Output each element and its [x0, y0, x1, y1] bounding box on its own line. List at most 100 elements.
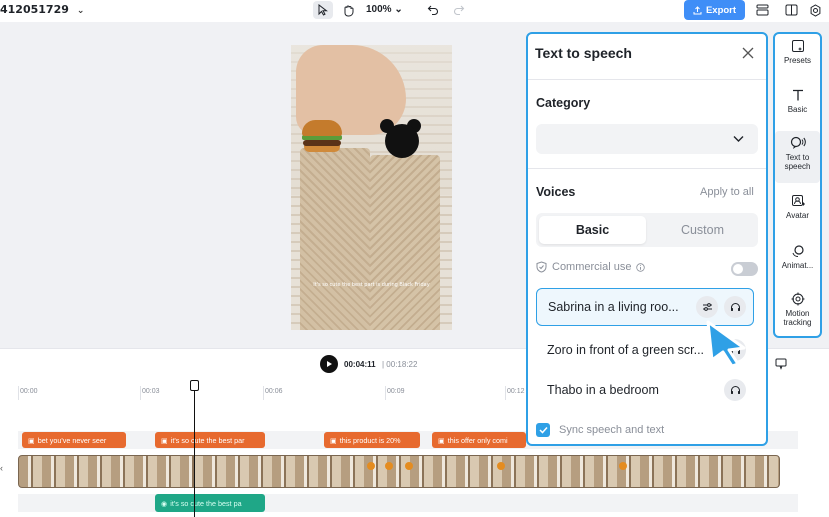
video-track-clip[interactable]	[18, 455, 780, 488]
rail-item-text-to-speech[interactable]: Text to speech	[775, 131, 820, 183]
avatar-icon	[791, 195, 805, 206]
caption-toggle-button[interactable]	[775, 357, 787, 375]
voice-preview-button[interactable]	[724, 379, 746, 401]
layers-button[interactable]	[754, 2, 770, 18]
thumbnail-food	[367, 462, 375, 470]
mouse-cursor	[704, 318, 750, 373]
patty	[303, 140, 341, 146]
caption-icon: ▣	[438, 435, 445, 445]
shield-icon	[536, 261, 547, 273]
burger-figure	[302, 120, 342, 152]
headphones-icon	[730, 386, 740, 394]
divider	[528, 168, 766, 169]
rail-item-avatar[interactable]: Avatar	[775, 194, 820, 230]
text-icon	[792, 89, 803, 101]
caption-icon: ▣	[28, 435, 35, 445]
list-fade	[528, 402, 766, 416]
split-panel-icon	[785, 4, 797, 16]
thumbnail-food	[497, 462, 505, 470]
redo-icon	[454, 5, 465, 16]
hand-tool-button[interactable]	[338, 1, 358, 19]
rail-label: Text to speech	[784, 153, 811, 171]
commercial-use-label: Commercial use	[552, 261, 632, 273]
tick-label: 00:00	[20, 388, 38, 395]
paper-roll-right	[370, 155, 440, 330]
rail-item-motion-tracking[interactable]: Motion tracking	[775, 292, 820, 336]
select-tool-button[interactable]	[313, 1, 333, 19]
playhead-line[interactable]	[194, 381, 195, 517]
apply-to-all-link[interactable]: Apply to all	[700, 186, 754, 198]
sliders-icon	[702, 303, 712, 311]
audio-clip[interactable]: ◉ it's so cute the best pa	[155, 494, 265, 512]
caption-clip[interactable]: ▣ bet you've never seer	[22, 432, 126, 448]
commercial-use-toggle[interactable]	[731, 262, 758, 276]
rail-item-presets[interactable]: Presets	[775, 39, 820, 75]
sync-speech-row[interactable]: Sync speech and text	[536, 423, 664, 437]
video-subtitle: It's so cute the best part is during Bla…	[313, 282, 430, 288]
project-name-dropdown[interactable]: 412051729 ⌄	[0, 3, 84, 16]
zoom-level: 100%	[366, 4, 392, 15]
top-bar: 412051729 ⌄ 100% ⌄ Export	[0, 0, 829, 22]
zoom-dropdown[interactable]: 100% ⌄	[366, 4, 403, 15]
thumbnail-food	[405, 462, 413, 470]
rail-label: Presets	[783, 56, 812, 65]
presets-icon	[791, 40, 804, 52]
tick-label: 00:09	[387, 388, 405, 395]
category-label: Category	[536, 96, 591, 110]
layout-button[interactable]	[783, 2, 799, 18]
voice-name: Sabrina in a living roo...	[548, 300, 679, 314]
gear-icon	[810, 3, 820, 17]
tick-mark	[18, 386, 19, 400]
hand-icon	[344, 5, 353, 16]
audio-track	[18, 494, 798, 512]
thumbnail-food	[385, 462, 393, 470]
caption-clip[interactable]: ▣ this product is 20%	[324, 432, 420, 448]
caption-clip[interactable]: ▣ it's so cute the best par	[155, 432, 265, 448]
voice-settings-button[interactable]	[696, 296, 718, 318]
caption-clip[interactable]: ▣ this offer only comi	[432, 432, 526, 448]
caption-clip-text: this product is 20%	[339, 435, 401, 445]
play-button[interactable]	[320, 355, 338, 373]
caption-clip-text: bet you've never seer	[37, 435, 107, 445]
divider	[528, 79, 766, 80]
cursor-arrow-icon	[706, 320, 746, 368]
playhead-handle[interactable]	[190, 380, 199, 391]
rail-item-basic[interactable]: Basic	[775, 88, 820, 124]
total-time: | 00:18:22	[382, 360, 418, 369]
voices-label: Voices	[536, 185, 576, 199]
undo-button[interactable]	[424, 1, 442, 19]
commercial-use-row: Commercial use	[536, 261, 646, 273]
chevron-down-icon: ⌄	[76, 6, 85, 16]
bun-bottom	[304, 145, 340, 152]
tick-label: 00:12	[507, 388, 525, 395]
paper-roll-left	[300, 148, 370, 330]
undo-icon	[427, 5, 438, 16]
voice-preview-button[interactable]	[724, 296, 746, 318]
category-select[interactable]	[536, 124, 758, 154]
close-button[interactable]	[741, 46, 755, 60]
tick-mark	[263, 386, 264, 400]
caption-icon: ▣	[161, 435, 168, 445]
caption-clip-text: it's so cute the best par	[170, 435, 245, 445]
sync-checkbox[interactable]	[536, 423, 550, 437]
tick-mark	[385, 386, 386, 400]
play-icon	[327, 361, 332, 367]
settings-button[interactable]	[807, 2, 823, 18]
upload-icon	[693, 5, 702, 14]
stack-icon	[756, 4, 768, 16]
animation-icon	[792, 245, 804, 257]
bun-top	[302, 120, 342, 136]
redo-button[interactable]	[450, 1, 468, 19]
voice-name: Zoro in front of a green scr...	[547, 343, 705, 357]
mouse-figure	[385, 124, 419, 158]
tab-basic[interactable]: Basic	[539, 216, 646, 244]
tick-mark	[140, 386, 141, 400]
export-button[interactable]: Export	[684, 0, 745, 20]
speech-icon: ◉	[161, 498, 168, 508]
tab-custom[interactable]: Custom	[650, 216, 755, 244]
current-time: 00:04:11	[344, 360, 376, 369]
panel-title: Text to speech	[535, 45, 632, 61]
track-handle-icon[interactable]: ‹	[0, 463, 3, 473]
rail-item-animation[interactable]: Animat...	[775, 244, 820, 280]
chevron-down-icon: ⌄	[394, 4, 403, 15]
